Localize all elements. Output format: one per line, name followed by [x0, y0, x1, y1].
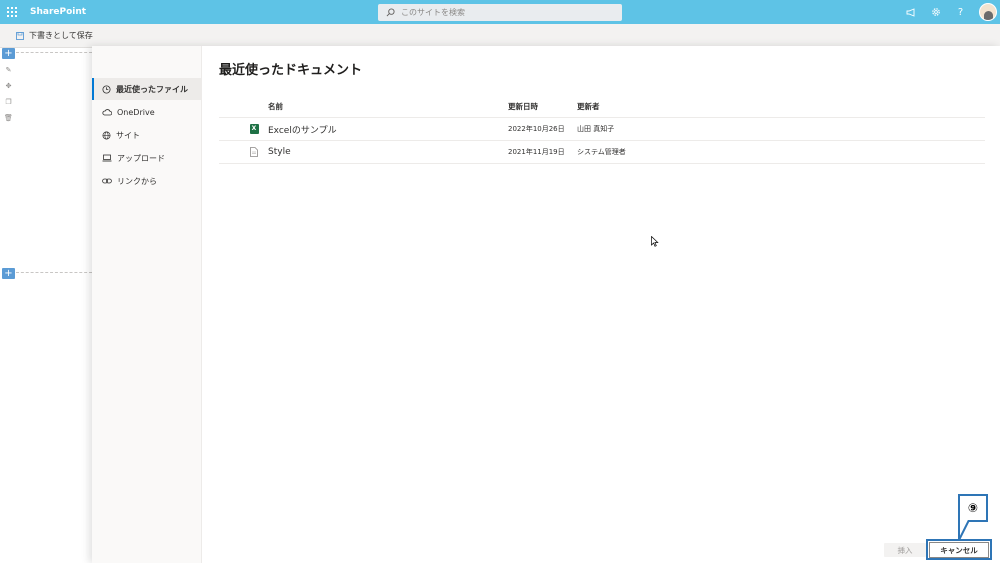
search-placeholder: このサイトを検索 — [401, 8, 465, 17]
nav-upload[interactable]: アップロード — [92, 147, 202, 169]
document-file-icon — [247, 141, 261, 163]
file-modified-by: システム管理者 — [577, 148, 626, 156]
edit-web-part-icon[interactable]: ✎ — [4, 66, 13, 75]
nav-sites-label: サイト — [116, 130, 140, 140]
file-name[interactable]: Style — [268, 141, 291, 163]
gear-icon[interactable] — [923, 0, 948, 24]
step-number-callout: ⑨ — [958, 494, 988, 522]
file-modified: 2021年11月19日 — [508, 148, 565, 156]
app-launcher-icon[interactable] — [0, 0, 24, 24]
column-header-modified-by[interactable]: 更新者 — [577, 96, 600, 117]
delete-icon[interactable]: 🗑 — [4, 114, 13, 123]
brand-link[interactable]: SharePoint — [30, 7, 86, 17]
megaphone-icon[interactable] — [898, 0, 923, 24]
file-modified-by: 山田 真知子 — [577, 125, 615, 133]
nav-recent-label: 最近使ったファイル — [116, 84, 188, 94]
nav-link-label: リンクから — [117, 176, 157, 186]
insert-button[interactable]: 挿入 — [884, 543, 926, 557]
add-section-button-bottom[interactable]: + — [2, 268, 15, 279]
file-name[interactable]: Excelのサンプル — [268, 118, 337, 140]
section-divider-top — [16, 52, 92, 53]
nav-sites[interactable]: サイト — [92, 124, 202, 146]
suite-bar: SharePoint このサイトを検索 ? — [0, 0, 1000, 24]
nav-onedrive-label: OneDrive — [117, 107, 155, 117]
column-header-name[interactable]: 名前 — [268, 96, 283, 117]
cloud-icon — [102, 109, 112, 116]
section-divider-bottom — [16, 272, 92, 273]
save-draft-label: 下書きとして保存 — [29, 31, 93, 40]
file-picker-nav: 最近使ったファイル OneDrive サイト アップロード リンクから — [92, 46, 202, 563]
search-icon — [386, 8, 395, 17]
save-draft-button[interactable]: 下書きとして保存 — [16, 30, 93, 41]
globe-icon — [102, 131, 111, 139]
clock-icon — [102, 84, 111, 94]
laptop-icon — [102, 154, 112, 162]
table-header-row: 名前 更新日時 更新者 — [219, 96, 985, 118]
mouse-cursor-icon — [651, 236, 659, 247]
table-row[interactable]: Style 2021年11月19日 システム管理者 — [219, 141, 985, 164]
search-box[interactable]: このサイトを検索 — [378, 4, 622, 21]
page-title: 最近使ったドキュメント — [219, 63, 363, 78]
duplicate-icon[interactable]: ❐ — [4, 98, 13, 107]
edit-rail: + ✎ ✥ ❐ 🗑 + — [0, 48, 16, 563]
add-section-button-top[interactable]: + — [2, 48, 15, 59]
move-icon[interactable]: ✥ — [4, 82, 13, 91]
callout-pointer — [958, 520, 970, 541]
table-row[interactable]: X Excelのサンプル 2022年10月26日 山田 真知子 — [219, 118, 985, 141]
excel-file-icon: X — [247, 118, 261, 140]
nav-recent[interactable]: 最近使ったファイル — [92, 78, 202, 100]
column-header-modified[interactable]: 更新日時 — [508, 96, 538, 117]
file-modified: 2022年10月26日 — [508, 125, 565, 133]
nav-link[interactable]: リンクから — [92, 170, 202, 192]
help-icon[interactable]: ? — [948, 0, 973, 24]
nav-onedrive[interactable]: OneDrive — [92, 101, 202, 123]
recent-files-table: 名前 更新日時 更新者 X Excelのサンプル 2022年10月26日 山田 … — [219, 96, 985, 164]
link-icon — [102, 178, 112, 184]
nav-upload-label: アップロード — [117, 153, 165, 163]
command-bar: 下書きとして保存 — [0, 24, 1000, 48]
file-picker-panel: 最近使ったファイル OneDrive サイト アップロード リンクから 最近使っ… — [92, 46, 1000, 563]
cancel-highlight-frame — [926, 539, 992, 560]
avatar[interactable] — [979, 3, 997, 21]
save-icon — [16, 31, 24, 40]
